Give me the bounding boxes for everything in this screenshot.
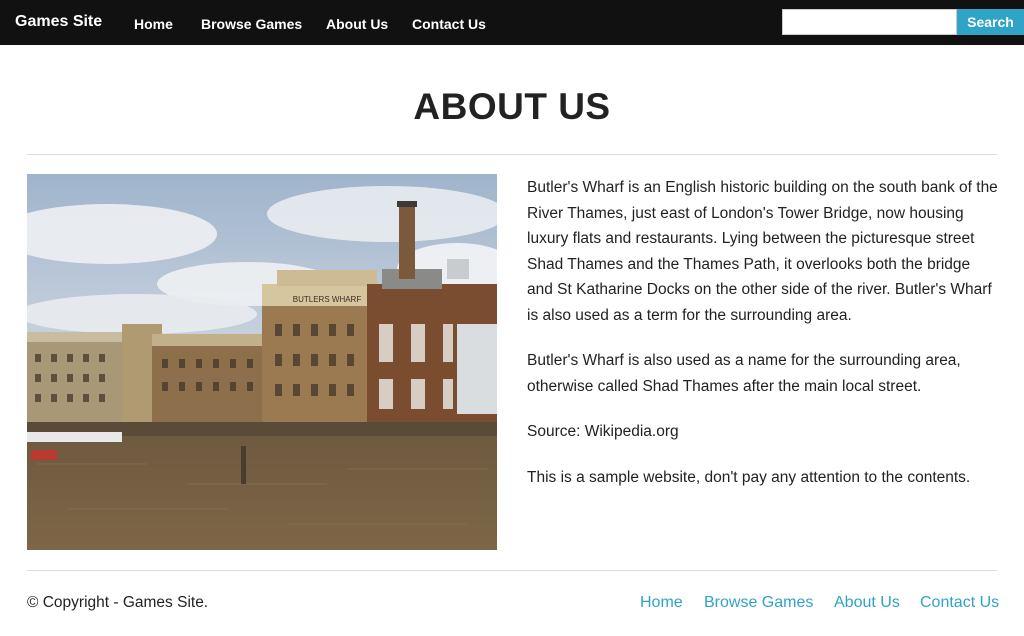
paragraph-intro: Butler's Wharf is an English historic bu… (527, 179, 998, 324)
footer-divider (27, 570, 997, 571)
footer-link-browse-games[interactable]: Browse Games (704, 594, 813, 612)
nav-link-home[interactable]: Home (134, 16, 173, 32)
paragraph-source: Source: Wikipedia.org (527, 423, 679, 440)
footer-link-contact-us[interactable]: Contact Us (920, 594, 999, 612)
nav-link-about-us[interactable]: About Us (326, 16, 388, 32)
wharf-sign-text: BUTLERS WHARF (293, 295, 362, 304)
paragraph-area-name: Butler's Wharf is also used as a name fo… (527, 352, 961, 395)
brand-link[interactable]: Games Site (15, 13, 102, 31)
paragraph-disclaimer: This is a sample website, don't pay any … (527, 468, 971, 486)
title-divider (27, 154, 997, 155)
about-content: Butler's Wharf is an English historic bu… (527, 175, 999, 510)
copyright-text: © Copyright - Games Site. (27, 594, 209, 611)
butlers-wharf-image: BUTLERS WHARF (27, 174, 497, 550)
page-title: ABOUT US (413, 86, 611, 127)
nav-link-contact-us[interactable]: Contact Us (412, 16, 486, 32)
search-input[interactable] (782, 9, 957, 35)
footer-link-home[interactable]: Home (640, 594, 683, 612)
search-button[interactable]: Search (957, 9, 1024, 35)
top-navbar: Games Site Home Browse Games About Us Co… (0, 0, 1024, 45)
footer-link-about-us[interactable]: About Us (834, 594, 900, 612)
nav-link-browse-games[interactable]: Browse Games (201, 16, 302, 32)
